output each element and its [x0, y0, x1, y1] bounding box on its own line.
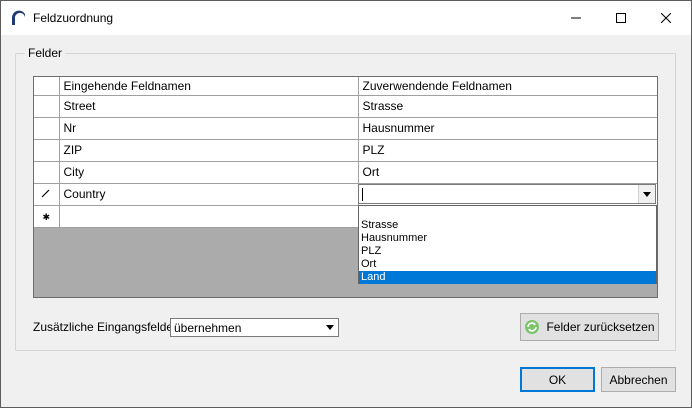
target-field-cell[interactable]: Strasse	[358, 95, 657, 118]
table-row[interactable]: ZIP PLZ	[34, 139, 657, 162]
table-row[interactable]: Street Strasse	[34, 95, 657, 118]
maximize-icon	[616, 13, 626, 23]
minimize-button[interactable]	[553, 1, 599, 35]
maximize-button[interactable]	[598, 1, 644, 35]
select-dropdown-button[interactable]	[322, 320, 337, 335]
row-header[interactable]	[34, 139, 60, 162]
dropdown-option[interactable]: Strasse	[359, 219, 656, 232]
table-row[interactable]: City Ort	[34, 161, 657, 184]
incoming-field-cell[interactable]	[59, 205, 359, 228]
text-caret	[362, 188, 363, 201]
cancel-label: Abbrechen	[609, 372, 668, 387]
chevron-down-icon	[643, 191, 651, 197]
group-label: Felder	[25, 46, 66, 60]
row-header[interactable]	[34, 117, 60, 140]
row-header[interactable]: ✱	[34, 205, 60, 228]
dropdown-option[interactable]: PLZ	[359, 245, 656, 258]
incoming-field-cell[interactable]: Country	[59, 183, 359, 206]
app-icon	[10, 10, 26, 26]
reset-fields-button[interactable]: Felder zurücksetzen	[520, 313, 659, 341]
dropdown-option[interactable]: Hausnummer	[359, 232, 656, 245]
title-bar: Feldzuordnung	[1, 1, 691, 35]
row-header-corner	[34, 77, 60, 96]
target-field-cell[interactable]: PLZ	[358, 139, 657, 162]
incoming-field-cell[interactable]: City	[59, 161, 359, 184]
row-header[interactable]	[34, 95, 60, 118]
pencil-icon	[41, 189, 50, 198]
incoming-field-cell[interactable]: ZIP	[59, 139, 359, 162]
window-title: Feldzuordnung	[33, 11, 114, 25]
target-field-dropdown-list[interactable]: Strasse Hausnummer PLZ Ort Land	[358, 205, 657, 284]
ok-button[interactable]: OK	[520, 367, 595, 392]
column-header-incoming[interactable]: Eingehende Feldnamen	[59, 77, 359, 96]
grid-header-row: Eingehende Feldnamen Zuverwendende Feldn…	[34, 77, 657, 96]
extra-fields-value: übernehmen	[174, 321, 242, 335]
dialog-window: Feldzuordnung Felder Eingehende Feldname…	[0, 0, 692, 408]
chevron-down-icon	[325, 325, 334, 330]
column-header-target[interactable]: Zuverwendende Feldnamen	[358, 77, 657, 96]
asterisk-icon: ✱	[42, 212, 51, 222]
target-field-cell[interactable]: Hausnummer	[358, 117, 657, 140]
dropdown-option[interactable]: Ort	[359, 258, 656, 271]
dropdown-option-selected[interactable]: Land	[359, 271, 656, 284]
cancel-button[interactable]: Abbrechen	[601, 367, 676, 392]
close-icon	[661, 13, 671, 23]
incoming-field-cell[interactable]: Nr	[59, 117, 359, 140]
row-header[interactable]	[34, 161, 60, 184]
combo-dropdown-button[interactable]	[638, 185, 655, 203]
reset-fields-label: Felder zurücksetzen	[546, 320, 655, 334]
target-field-cell[interactable]: Ort	[358, 161, 657, 184]
target-field-combo[interactable]	[358, 184, 656, 204]
row-header[interactable]	[34, 183, 60, 206]
minimize-icon	[571, 17, 581, 19]
refresh-icon	[524, 319, 540, 335]
extra-fields-label: Zusätzliche Eingangsfelder	[33, 320, 178, 334]
table-row[interactable]: Nr Hausnummer	[34, 117, 657, 140]
incoming-field-cell[interactable]: Street	[59, 95, 359, 118]
close-button[interactable]	[643, 1, 689, 35]
extra-fields-select[interactable]: übernehmen	[170, 318, 339, 337]
ok-label: OK	[548, 372, 567, 387]
